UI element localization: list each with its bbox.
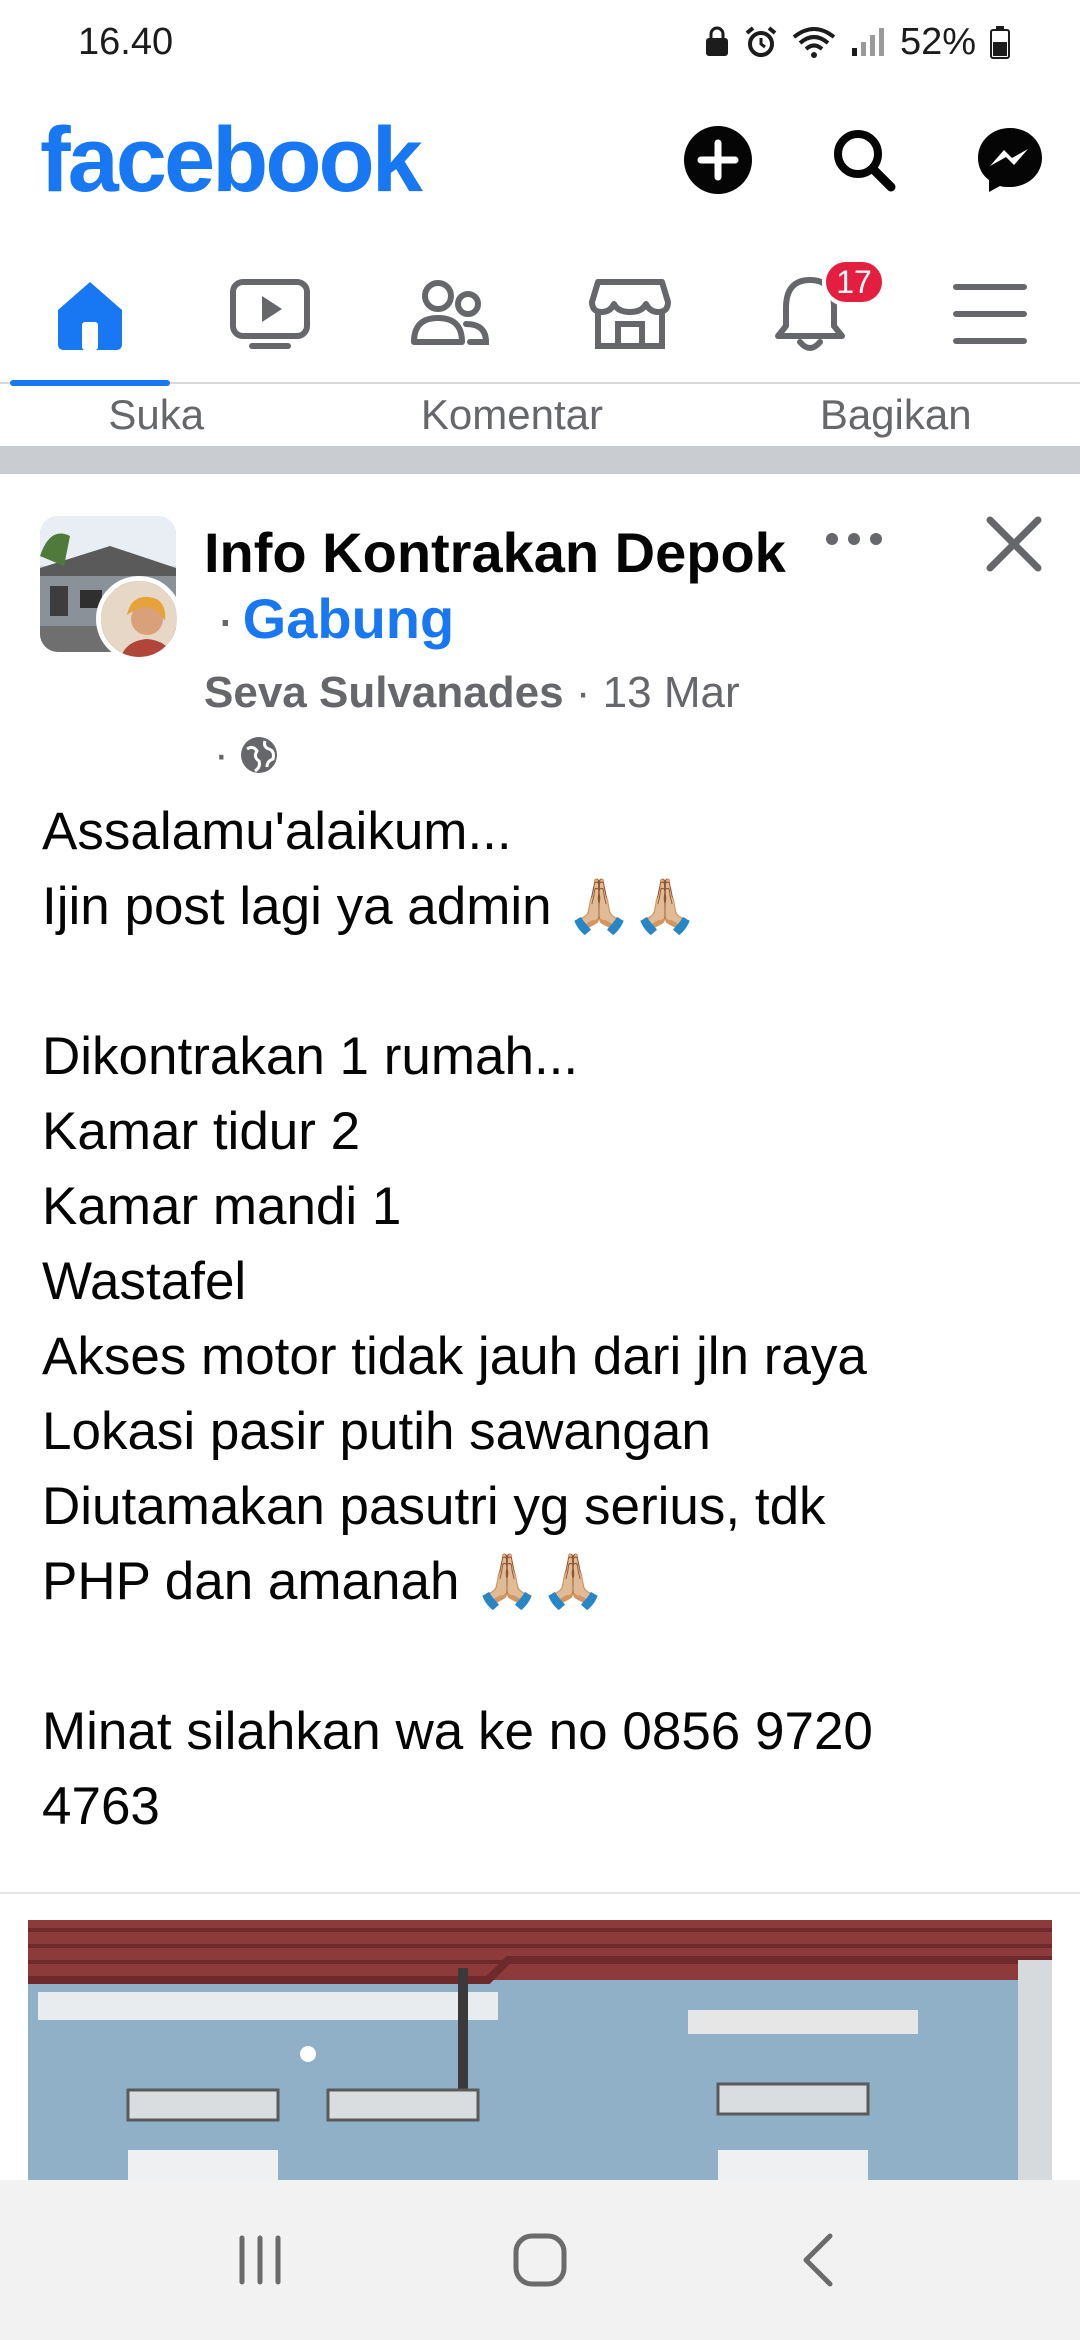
tab-marketplace[interactable] bbox=[546, 244, 714, 384]
create-button[interactable] bbox=[680, 122, 756, 198]
menu-icon bbox=[953, 284, 1027, 344]
add-icon bbox=[684, 126, 752, 194]
recent-apps-icon bbox=[239, 2235, 281, 2285]
comment-button[interactable]: Komentar bbox=[421, 391, 603, 439]
search-button[interactable] bbox=[826, 122, 902, 198]
vpn-lock-icon bbox=[705, 26, 728, 56]
group-name[interactable]: Info Kontrakan Depok bbox=[204, 520, 786, 585]
marketplace-icon bbox=[589, 279, 671, 349]
tab-menu[interactable] bbox=[906, 244, 1074, 384]
join-button[interactable]: Gabung bbox=[243, 587, 455, 650]
status-icons: 52% bbox=[704, 21, 1010, 64]
post-privacy: · bbox=[214, 730, 279, 780]
close-icon bbox=[986, 516, 1042, 572]
tab-home[interactable] bbox=[6, 244, 174, 386]
share-button[interactable]: Bagikan bbox=[820, 391, 972, 439]
feed-separator bbox=[0, 446, 1080, 474]
more-icon bbox=[826, 533, 882, 545]
post-text: Assalamu'alaikum... Ijin post lagi ya ad… bbox=[0, 794, 1080, 1844]
previous-post-actions: Suka Komentar Bagikan bbox=[0, 384, 1080, 446]
messenger-icon bbox=[978, 128, 1042, 192]
back-icon bbox=[803, 2233, 833, 2287]
post-meta: Seva Sulvanades · 13 Mar bbox=[204, 668, 740, 717]
header-actions bbox=[680, 122, 1048, 198]
post-photo[interactable] bbox=[28, 1920, 1052, 2180]
alarm-icon bbox=[745, 26, 777, 57]
hide-post-button[interactable] bbox=[984, 514, 1044, 574]
system-navigation-bar bbox=[0, 2180, 1080, 2340]
post-header: Info Kontrakan Depok · Gabung Seva Sulvan… bbox=[0, 474, 1080, 794]
feed-post: Info Kontrakan Depok · Gabung Seva Sulvan… bbox=[0, 474, 1080, 1844]
home-icon bbox=[58, 282, 122, 350]
tab-video[interactable] bbox=[186, 244, 354, 384]
messenger-button[interactable] bbox=[972, 122, 1048, 198]
battery-icon bbox=[990, 26, 1010, 59]
post-options-button[interactable] bbox=[824, 524, 884, 554]
battery-percent: 52% bbox=[899, 20, 976, 63]
globe-icon bbox=[240, 737, 277, 773]
status-bar: 16.40 52% bbox=[0, 0, 1080, 84]
wifi-icon bbox=[792, 27, 836, 58]
user-avatar bbox=[96, 576, 182, 662]
facebook-logo[interactable]: facebook bbox=[40, 114, 423, 206]
post-paragraph: Dikontrakan 1 rumah... Kamar tidur 2 Kam… bbox=[42, 1027, 867, 1611]
friends-icon bbox=[411, 280, 490, 345]
search-icon bbox=[834, 130, 896, 192]
home-circle-icon bbox=[513, 2233, 567, 2287]
tab-friends[interactable] bbox=[366, 244, 534, 384]
join-row: · Gabung bbox=[216, 587, 455, 650]
tab-notifications[interactable]: 17 bbox=[726, 244, 894, 384]
main-nav-tabs: 17 bbox=[0, 244, 1080, 386]
status-time: 16.40 bbox=[78, 20, 174, 63]
like-button[interactable]: Suka bbox=[108, 391, 204, 439]
notification-badge: 17 bbox=[822, 258, 886, 306]
video-icon bbox=[230, 279, 310, 349]
post-divider bbox=[0, 1892, 1080, 1894]
back-button[interactable] bbox=[775, 2215, 865, 2305]
signal-icon bbox=[851, 28, 884, 56]
avatar[interactable] bbox=[40, 516, 182, 662]
post-paragraph: Assalamu'alaikum... Ijin post lagi ya ad… bbox=[42, 802, 699, 936]
home-system-button[interactable] bbox=[495, 2215, 585, 2305]
post-paragraph: Minat silahkan wa ke no 0856 9720 4763 bbox=[42, 1702, 873, 1836]
author-name[interactable]: Seva Sulvanades bbox=[204, 668, 564, 717]
post-date[interactable]: 13 Mar bbox=[603, 668, 740, 717]
app-header: facebook bbox=[0, 96, 1080, 224]
recent-apps-button[interactable] bbox=[215, 2215, 305, 2305]
